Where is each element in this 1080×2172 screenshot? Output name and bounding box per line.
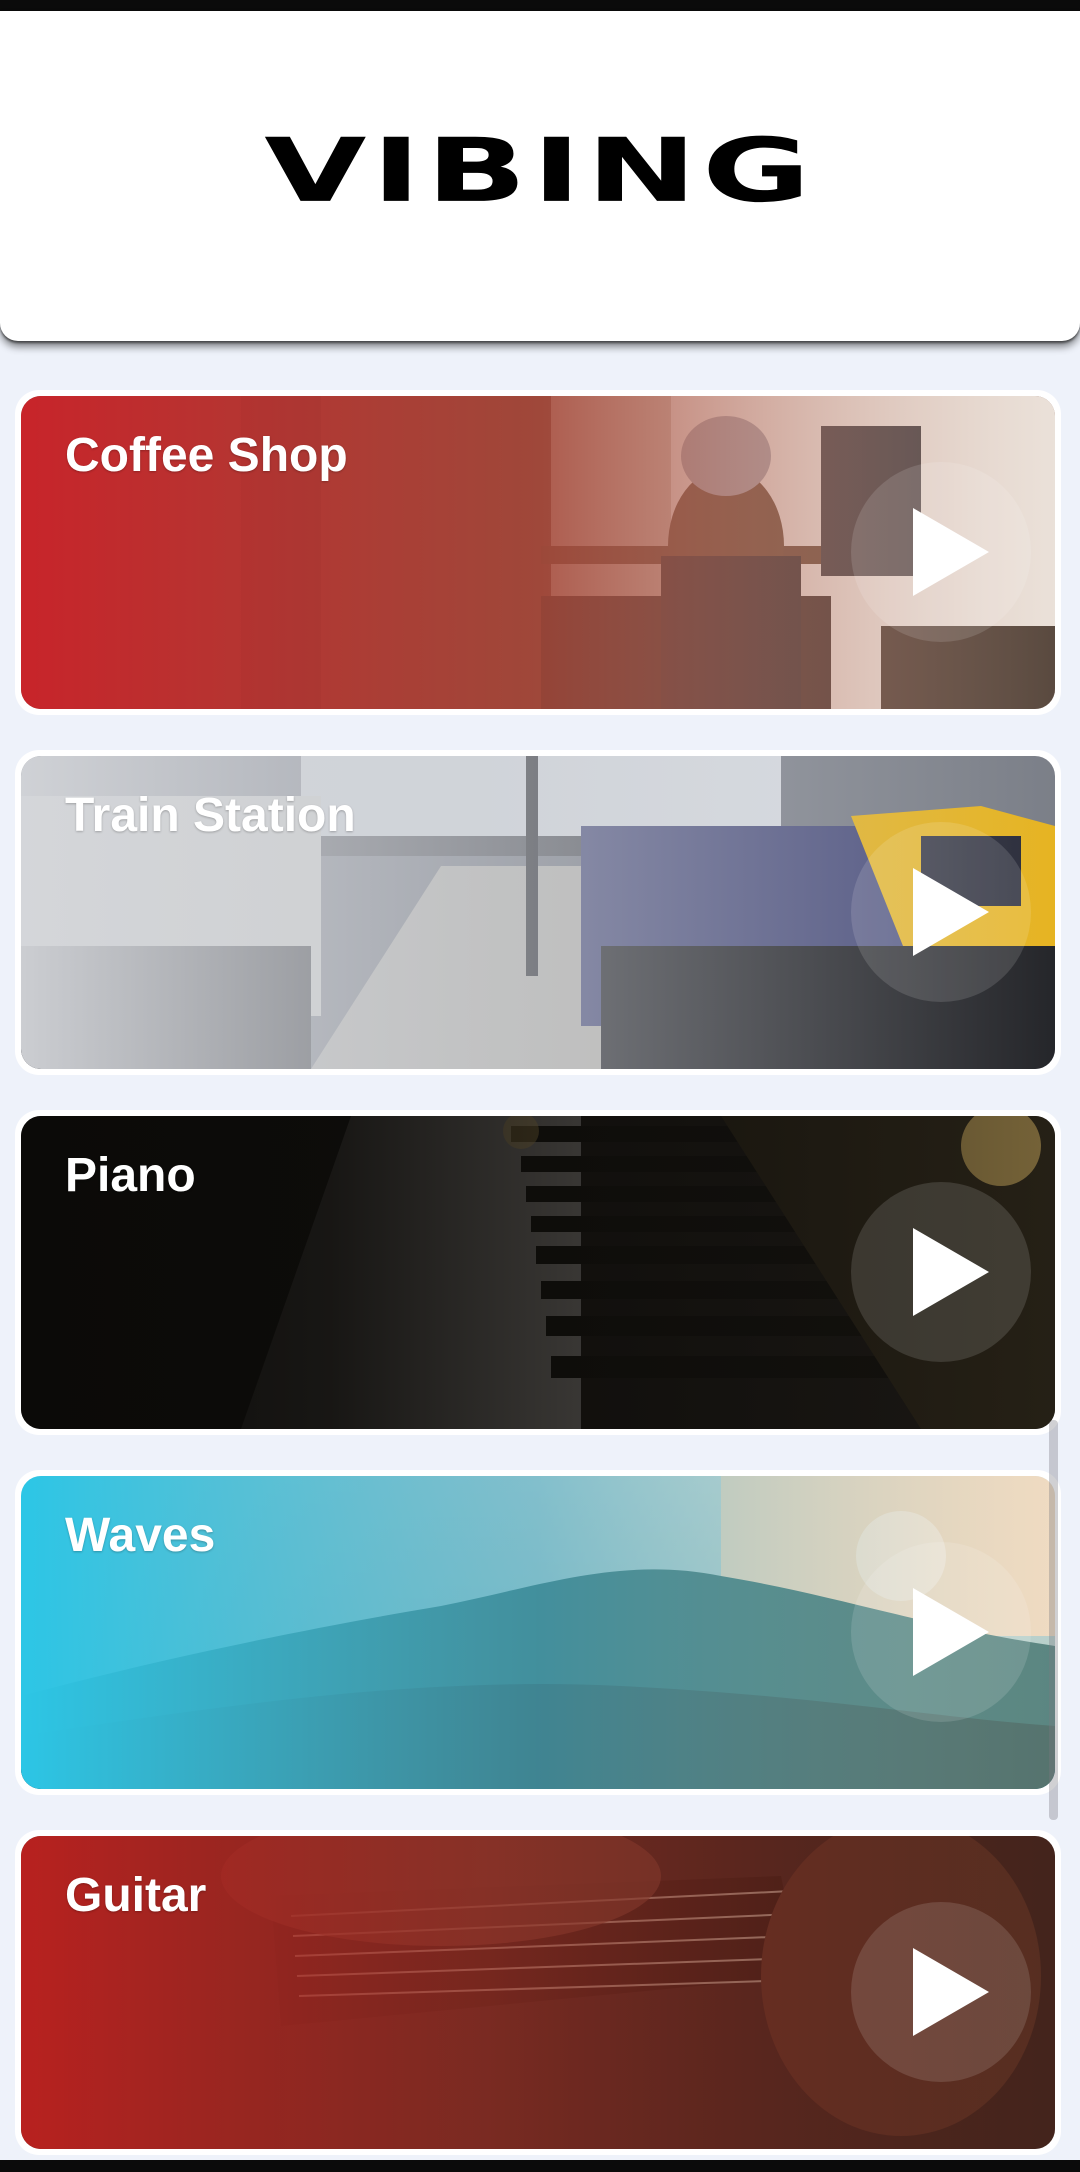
sound-card-guitar[interactable]: Guitar — [15, 1830, 1061, 2155]
play-icon — [913, 508, 989, 596]
sound-card-train-station[interactable]: Train Station — [15, 750, 1061, 1075]
sound-card-piano[interactable]: Piano — [15, 1110, 1061, 1435]
scrollbar[interactable] — [1049, 1420, 1058, 1820]
app-header: VIBING — [0, 11, 1080, 341]
play-button[interactable] — [851, 1542, 1031, 1722]
sound-title: Guitar — [65, 1869, 207, 1922]
play-button[interactable] — [851, 462, 1031, 642]
system-nav-bar — [0, 2160, 1080, 2172]
play-icon — [913, 1948, 989, 2036]
status-bar — [0, 0, 1080, 11]
sound-title: Waves — [65, 1509, 216, 1562]
play-icon — [913, 1588, 989, 1676]
play-button[interactable] — [851, 1182, 1031, 1362]
app-logo: VIBING — [264, 119, 816, 223]
sound-title: Train Station — [65, 789, 356, 842]
sound-title: Piano — [65, 1149, 196, 1202]
play-icon — [913, 1228, 989, 1316]
sound-title: Coffee Shop — [65, 429, 348, 482]
sound-card-waves[interactable]: Waves — [15, 1470, 1061, 1795]
play-button[interactable] — [851, 1902, 1031, 2082]
play-button[interactable] — [851, 822, 1031, 1002]
app-screen: Coffee Shop Train Station Piano Waves Gu… — [0, 0, 1080, 2172]
play-icon — [913, 868, 989, 956]
sound-card-coffee-shop[interactable]: Coffee Shop — [15, 390, 1061, 715]
